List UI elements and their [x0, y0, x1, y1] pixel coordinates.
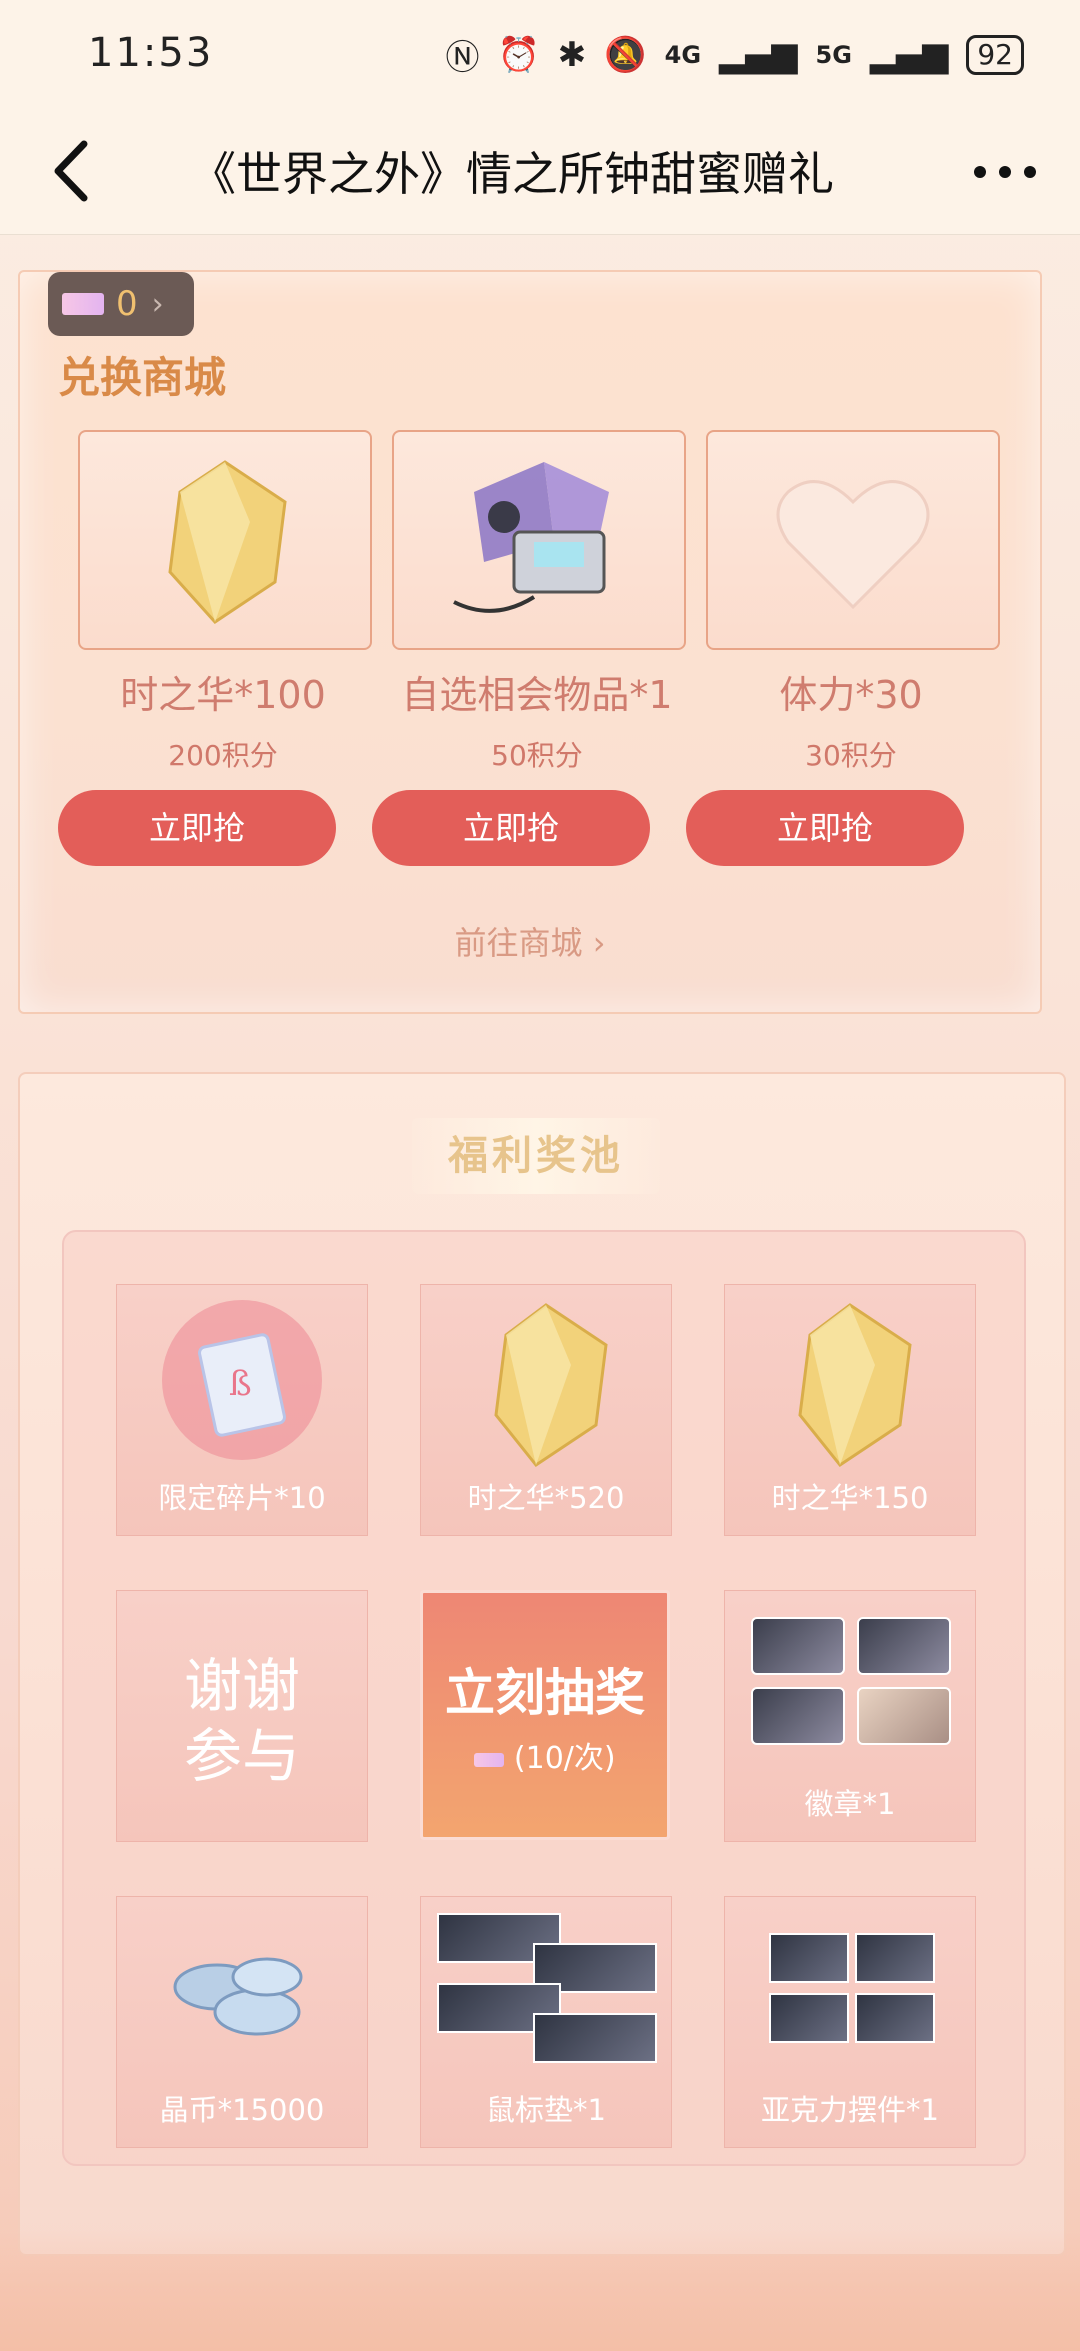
points-value: 0	[116, 284, 138, 324]
grab-button[interactable]: 立即抢	[372, 790, 650, 866]
signal-icon: ▂▄▆	[719, 34, 798, 75]
thanks-text: 谢谢 参与	[117, 1651, 367, 1791]
exchange-item-name: 时之华*100	[120, 673, 326, 717]
photo-thumb	[769, 1993, 849, 2043]
ticket-icon	[62, 293, 104, 315]
fragment-card-icon: ß	[162, 1300, 322, 1460]
goto-mall-link[interactable]: 前往商城 ›	[20, 918, 1040, 964]
badge-thumb	[751, 1687, 845, 1745]
prize-cell: 时之华*520	[420, 1284, 672, 1536]
exchange-item-image[interactable]	[78, 430, 372, 650]
network-4g-label: 4G	[664, 40, 702, 69]
exchange-item-cost: 50积分	[491, 739, 583, 772]
exchange-title: 兑换商城	[58, 353, 227, 402]
draw-label: 立刻抽奖	[445, 1664, 645, 1722]
mute-icon: 🔕	[604, 34, 647, 75]
prize-label: 鼠标垫*1	[486, 2093, 606, 2127]
gold-crystal-icon	[494, 1303, 608, 1468]
status-time: 11:53	[88, 30, 214, 76]
nav-bar: 《世界之外》情之所钟甜蜜赠礼	[0, 112, 1080, 235]
prize-label: 徽章*1	[804, 1787, 896, 1821]
exchange-mall-card: 0 › 兑换商城 时之华*100 200积分 立即抢 自选相会物品*1 50积分…	[18, 270, 1042, 1014]
bluetooth-icon: ✱	[557, 34, 587, 75]
draw-cost-label: (10/次)	[513, 1741, 616, 1776]
more-icon[interactable]	[970, 152, 1040, 192]
status-icons: Ⓝ ⏰ ✱ 🔕 4G ▂▄▆ 5G ▂▄▆ 92	[445, 30, 1024, 79]
battery-level: 92	[966, 34, 1024, 75]
grab-button[interactable]: 立即抢	[58, 790, 336, 866]
alarm-icon: ⏰	[497, 34, 540, 75]
grab-button[interactable]: 立即抢	[686, 790, 964, 866]
prize-cell: 亚克力摆件*1	[724, 1896, 976, 2148]
prize-pool-card: 福利奖池 ß 限定碎片*10 时之华*520 时之华*150 谢谢 参与 立刻抽…	[18, 1072, 1066, 2256]
prize-cell: 鼠标垫*1	[420, 1896, 672, 2148]
status-bar: 11:53 Ⓝ ⏰ ✱ 🔕 4G ▂▄▆ 5G ▂▄▆ 92	[0, 0, 1080, 112]
network-5g-label: 5G	[815, 40, 852, 69]
prize-label: 亚克力摆件*1	[761, 2093, 939, 2127]
photo-thumb	[533, 2013, 657, 2063]
prize-cell: ß 限定碎片*10	[116, 1284, 368, 1536]
exchange-item-cost: 200积分	[168, 739, 278, 772]
prize-cell-thanks: 谢谢 参与	[116, 1590, 368, 1842]
badge-thumb	[857, 1617, 951, 1675]
exchange-item-image[interactable]	[706, 430, 1000, 650]
prize-cell: 时之华*150	[724, 1284, 976, 1536]
photo-thumb	[855, 1993, 935, 2043]
coins-icon	[173, 1957, 303, 2036]
thanks-line-2: 参与	[183, 1722, 300, 1790]
exchange-item-name: 体力*30	[779, 673, 923, 717]
nfc-icon: Ⓝ	[445, 38, 480, 78]
prize-grid: ß 限定碎片*10 时之华*520 时之华*150 谢谢 参与 立刻抽奖 (10…	[62, 1230, 1026, 2166]
chevron-right-icon: ›	[151, 286, 164, 322]
draw-button[interactable]: 立刻抽奖 (10/次)	[420, 1590, 670, 1840]
back-icon[interactable]	[44, 136, 104, 206]
bottom-decoration	[0, 2230, 1080, 2351]
pool-title: 福利奖池	[412, 1118, 660, 1194]
prize-label: 时之华*520	[467, 1481, 625, 1515]
photo-thumb	[769, 1933, 849, 1983]
chevron-right-icon: ›	[592, 924, 606, 962]
points-balance-pill[interactable]: 0 ›	[48, 272, 194, 336]
prize-label: 限定碎片*10	[158, 1481, 326, 1515]
svg-text:ß: ß	[229, 1364, 252, 1404]
badge-thumb	[751, 1617, 845, 1675]
thanks-line-1: 谢谢	[183, 1652, 300, 1720]
heart-crystal-icon	[776, 480, 930, 610]
photo-thumb	[855, 1933, 935, 1983]
prize-cell: 徽章*1	[724, 1590, 976, 1842]
ticket-icon	[474, 1752, 505, 1767]
exchange-item-image[interactable]	[392, 430, 686, 650]
gift-box-icon	[453, 462, 609, 613]
signal-icon-2: ▂▄▆	[869, 34, 949, 75]
goto-mall-label: 前往商城	[454, 924, 583, 962]
prize-label: 晶币*15000	[159, 2093, 325, 2127]
prize-cell: 晶币*15000	[116, 1896, 368, 2148]
exchange-item-name: 自选相会物品*1	[401, 673, 673, 717]
prize-label: 时之华*150	[771, 1481, 929, 1515]
exchange-item-cost: 30积分	[805, 739, 897, 772]
badge-thumb	[857, 1687, 951, 1745]
draw-cost: (10/次)	[423, 1733, 667, 1777]
gold-crystal-icon	[798, 1303, 912, 1468]
page-title: 《世界之外》情之所钟甜蜜赠礼	[190, 147, 834, 201]
gold-crystal-icon	[168, 460, 287, 624]
